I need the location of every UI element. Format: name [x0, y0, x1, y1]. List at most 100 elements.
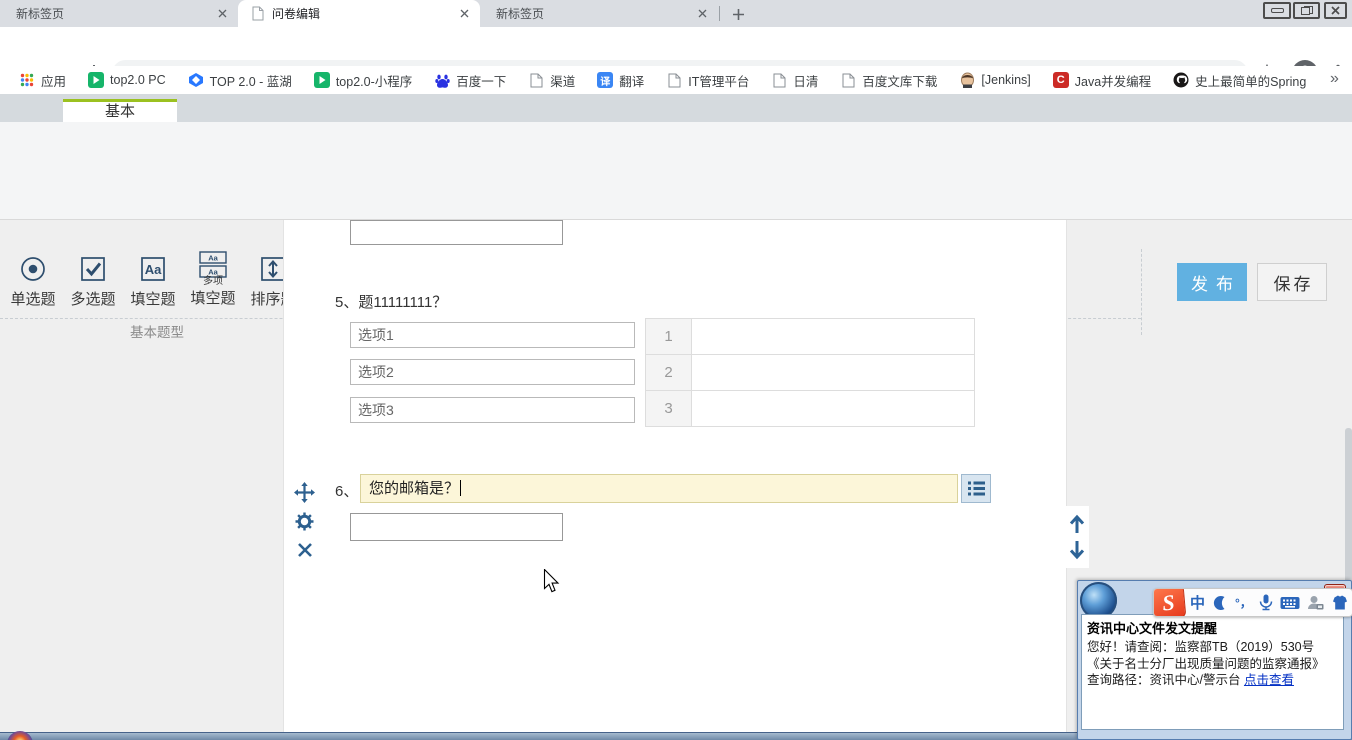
skin-shirt-icon[interactable]	[1331, 594, 1349, 611]
browser-tab-1[interactable]: 新标签页	[0, 0, 238, 27]
tab-close-icon[interactable]	[456, 6, 472, 22]
bookmark-riqing[interactable]: 日清	[760, 68, 829, 92]
delete-question-icon[interactable]	[297, 542, 313, 558]
page-icon	[666, 72, 682, 88]
row-answer-cell	[692, 355, 974, 390]
text-caret	[460, 480, 462, 496]
row-answer-cell	[692, 391, 974, 426]
question4-answer-input[interactable]	[350, 220, 563, 245]
move-up-icon[interactable]	[1068, 513, 1086, 535]
bookmark-it-platform[interactable]: IT管理平台	[655, 68, 760, 92]
tab-close-icon[interactable]	[214, 6, 230, 22]
bookmark-jenkins[interactable]: [Jenkins]	[948, 68, 1041, 92]
tab-separator	[719, 6, 720, 21]
question-reorder-widget	[1065, 506, 1089, 568]
ime-punctuation-icon[interactable]: °，	[1235, 594, 1252, 611]
bookmark-spring[interactable]: 史上最简单的Spring	[1162, 68, 1317, 92]
publish-button[interactable]: 发布	[1177, 263, 1247, 301]
checkbox-icon	[61, 251, 125, 287]
question5-option-input-3[interactable]: 选项3	[350, 397, 635, 423]
bookmark-qudao[interactable]: 渠道	[517, 68, 586, 92]
question5-option-input-2[interactable]: 选项2	[350, 359, 635, 385]
question6-answer-input[interactable]	[350, 513, 563, 541]
tab-close-icon[interactable]	[694, 6, 710, 22]
row-number: 1	[646, 319, 692, 354]
document-favicon-icon	[252, 6, 264, 21]
editor-tab-strip	[0, 94, 1352, 122]
svg-text:Aa: Aa	[145, 262, 162, 277]
multi-text-input-icon: Aa Aa	[181, 250, 245, 278]
tab-title: 新标签页	[16, 7, 65, 21]
scrollbar-thumb[interactable]	[1345, 428, 1352, 583]
bookmark-wenku-download[interactable]: 百度文库下载	[829, 68, 948, 92]
bookmark-top2-pc[interactable]: top2.0 PC	[77, 68, 177, 92]
bookmark-lanhu[interactable]: TOP 2.0 - 蓝湖	[177, 68, 303, 92]
move-question-icon[interactable]	[294, 482, 315, 503]
sogou-ime-bar: 中 °，	[1153, 588, 1352, 617]
question5-title: 5、题11111111？	[335, 294, 448, 311]
window-restore-button[interactable]	[1293, 2, 1320, 19]
table-row: 2	[646, 355, 974, 391]
restore-icon	[1300, 6, 1313, 15]
page-icon	[528, 72, 544, 88]
browser-tab-strip: 新标签页 问卷编辑 新标签页	[0, 0, 1352, 27]
bookmark-top2-miniapp[interactable]: top2.0-小程序	[303, 68, 423, 92]
user-card-icon[interactable]	[1307, 595, 1324, 611]
window-close-button[interactable]	[1324, 2, 1347, 19]
browser-tab-3[interactable]: 新标签页	[480, 0, 718, 27]
close-icon	[1331, 6, 1340, 15]
question5-matrix-table: 1 2 3	[645, 318, 975, 427]
bookmark-java-concurrency[interactable]: C Java并发编程	[1042, 68, 1162, 92]
bookmark-translate[interactable]: 译 翻译	[586, 68, 655, 92]
ime-moon-icon[interactable]	[1212, 595, 1228, 611]
bookmarks-bar: 应用 top2.0 PC TOP 2.0 - 蓝湖 top2.0-小程序 百度一…	[0, 66, 1352, 94]
text-input-icon: Aa	[121, 251, 185, 287]
bookmark-apps[interactable]: 应用	[8, 68, 77, 92]
c-book-icon: C	[1052, 72, 1069, 88]
play-icon	[88, 72, 105, 88]
row-number: 2	[646, 355, 692, 390]
keyboard-icon[interactable]	[1280, 596, 1300, 610]
window-minimize-button[interactable]	[1263, 2, 1291, 19]
browser-address-bar: localhost:8080/diaowen/design/my-survey-…	[0, 27, 1352, 87]
baidu-paw-icon	[434, 72, 450, 88]
tool-fillblank-question[interactable]: Aa 填空题	[121, 251, 185, 309]
tab-title: 问卷编辑	[272, 7, 321, 21]
tool-radio-question[interactable]: 单选题	[1, 251, 65, 309]
tab-title: 新标签页	[496, 7, 545, 21]
editor-toolbar: 单选题 多选题 Aa 填空题 AaAa 多项 填空题 排序题 Email 性别 …	[0, 122, 1352, 340]
toolbar-divider	[1141, 249, 1142, 335]
tool-checkbox-question[interactable]: 多选题	[61, 251, 125, 309]
browser-tab-2-active[interactable]: 问卷编辑	[238, 0, 480, 27]
mouse-cursor	[543, 569, 560, 595]
table-row: 1	[646, 319, 974, 355]
ime-language-mode-icon[interactable]: 中	[1190, 592, 1205, 613]
row-number: 3	[646, 391, 692, 426]
new-tab-button[interactable]	[728, 4, 748, 24]
svg-text:Aa: Aa	[208, 253, 218, 262]
microphone-icon[interactable]	[1259, 594, 1273, 611]
table-row: 3	[646, 391, 974, 426]
minimize-icon	[1270, 8, 1284, 13]
sogou-logo-icon[interactable]	[1154, 589, 1187, 616]
lanhu-icon	[188, 72, 204, 88]
apps-grid-icon	[19, 72, 35, 88]
tool-multi-fillblank-question[interactable]: Aa Aa 多项 填空题	[181, 250, 245, 308]
tab-basic[interactable]: 基本	[63, 99, 177, 122]
popup-view-link[interactable]: 点击查看	[1244, 673, 1294, 687]
bookmark-baidu[interactable]: 百度一下	[423, 68, 517, 92]
translate-icon: 译	[597, 72, 614, 88]
popup-content: 资讯中心文件发文提醒 您好！请查阅：监察部TB（2019）530号 《关于名士分…	[1081, 614, 1344, 730]
question-settings-gear-icon[interactable]	[295, 512, 314, 531]
question6-number: 6、	[335, 483, 359, 500]
page-icon	[771, 72, 787, 88]
list-icon	[967, 481, 985, 496]
save-button[interactable]: 保存	[1257, 263, 1327, 301]
popup-body: 您好！请查阅：监察部TB（2019）530号 《关于名士分厂出现质量问题的监察通…	[1087, 640, 1335, 687]
question6-list-button[interactable]	[961, 474, 991, 503]
question6-title-input[interactable]: 您的邮箱是？	[360, 474, 958, 503]
bookmarks-overflow-chevron[interactable]: »	[1330, 70, 1339, 88]
question5-option-input-1[interactable]: 选项1	[350, 322, 635, 348]
move-down-icon[interactable]	[1068, 539, 1086, 561]
question5-number: 5、	[335, 294, 359, 311]
